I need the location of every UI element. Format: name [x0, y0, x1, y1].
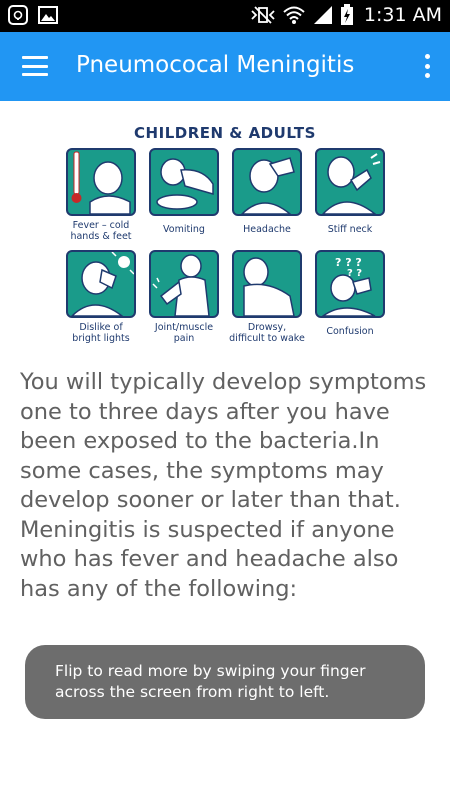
- signal-icon: [313, 6, 332, 24]
- battery-charging-icon: [340, 4, 353, 25]
- caption-line: Fever – cold: [72, 220, 130, 231]
- caption-line: Stiff neck: [327, 224, 373, 235]
- caption-line: difficult to wake: [229, 333, 305, 344]
- symptom-tile-confusion: ? ? ? ? ?: [315, 250, 385, 318]
- caption-headache: Headache: [225, 224, 309, 235]
- caption-bright-lights: Dislike of bright lights: [59, 322, 143, 344]
- caption-line: pain: [173, 333, 195, 344]
- caption-stiff-neck: Stiff neck: [308, 224, 392, 235]
- mute-vibrate-icon: [251, 6, 275, 24]
- caption-line: bright lights: [72, 333, 130, 344]
- article-paragraph: You will typically develop symptoms one …: [20, 369, 427, 602]
- caption-line: Drowsy,: [247, 322, 287, 333]
- caption-line: Headache: [243, 224, 291, 235]
- image-icon: [38, 6, 58, 24]
- wifi-icon: [283, 6, 305, 24]
- status-right-icons: 1:31 AM: [250, 4, 442, 26]
- symptom-tile-fever: [66, 148, 136, 216]
- symptom-tile-headache: [232, 148, 302, 216]
- status-left-icons: [8, 5, 58, 25]
- more-vert-icon[interactable]: [424, 54, 430, 78]
- app-title: Pneumococal Meningitis: [76, 52, 355, 78]
- symptom-tile-joint-pain: [149, 250, 219, 318]
- status-time: 1:31 AM: [363, 4, 442, 26]
- caption-confusion: Confusion: [308, 326, 392, 337]
- symptom-tile-drowsy: [232, 250, 302, 318]
- caption-line: Confusion: [326, 326, 374, 337]
- caption-joint-pain: Joint/muscle pain: [142, 322, 226, 344]
- caption-line: hands & feet: [70, 231, 132, 242]
- swipe-hint-toast: Flip to read more by swiping your finger…: [25, 645, 425, 719]
- caption-line: Dislike of: [79, 322, 123, 333]
- symptom-tile-stiff-neck: [315, 148, 385, 216]
- app-bar: Pneumococal Meningitis: [0, 32, 450, 101]
- symptom-tile-bright-lights: [66, 250, 136, 318]
- app-notification-icon: [8, 5, 28, 25]
- caption-line: Vomiting: [163, 224, 205, 235]
- illustration-title: CHILDREN & ADULTS: [134, 124, 316, 142]
- caption-fever: Fever – cold hands & feet: [59, 220, 143, 242]
- symptoms-illustration: CHILDREN & ADULTS Fever – cold hands & f…: [60, 118, 390, 358]
- status-bar: 1:31 AM: [0, 0, 450, 32]
- hamburger-menu-icon[interactable]: [22, 56, 48, 76]
- caption-vomiting: Vomiting: [142, 224, 226, 235]
- symptom-tile-vomiting: [149, 148, 219, 216]
- caption-drowsy: Drowsy, difficult to wake: [225, 322, 309, 344]
- caption-line: Joint/muscle: [154, 322, 214, 333]
